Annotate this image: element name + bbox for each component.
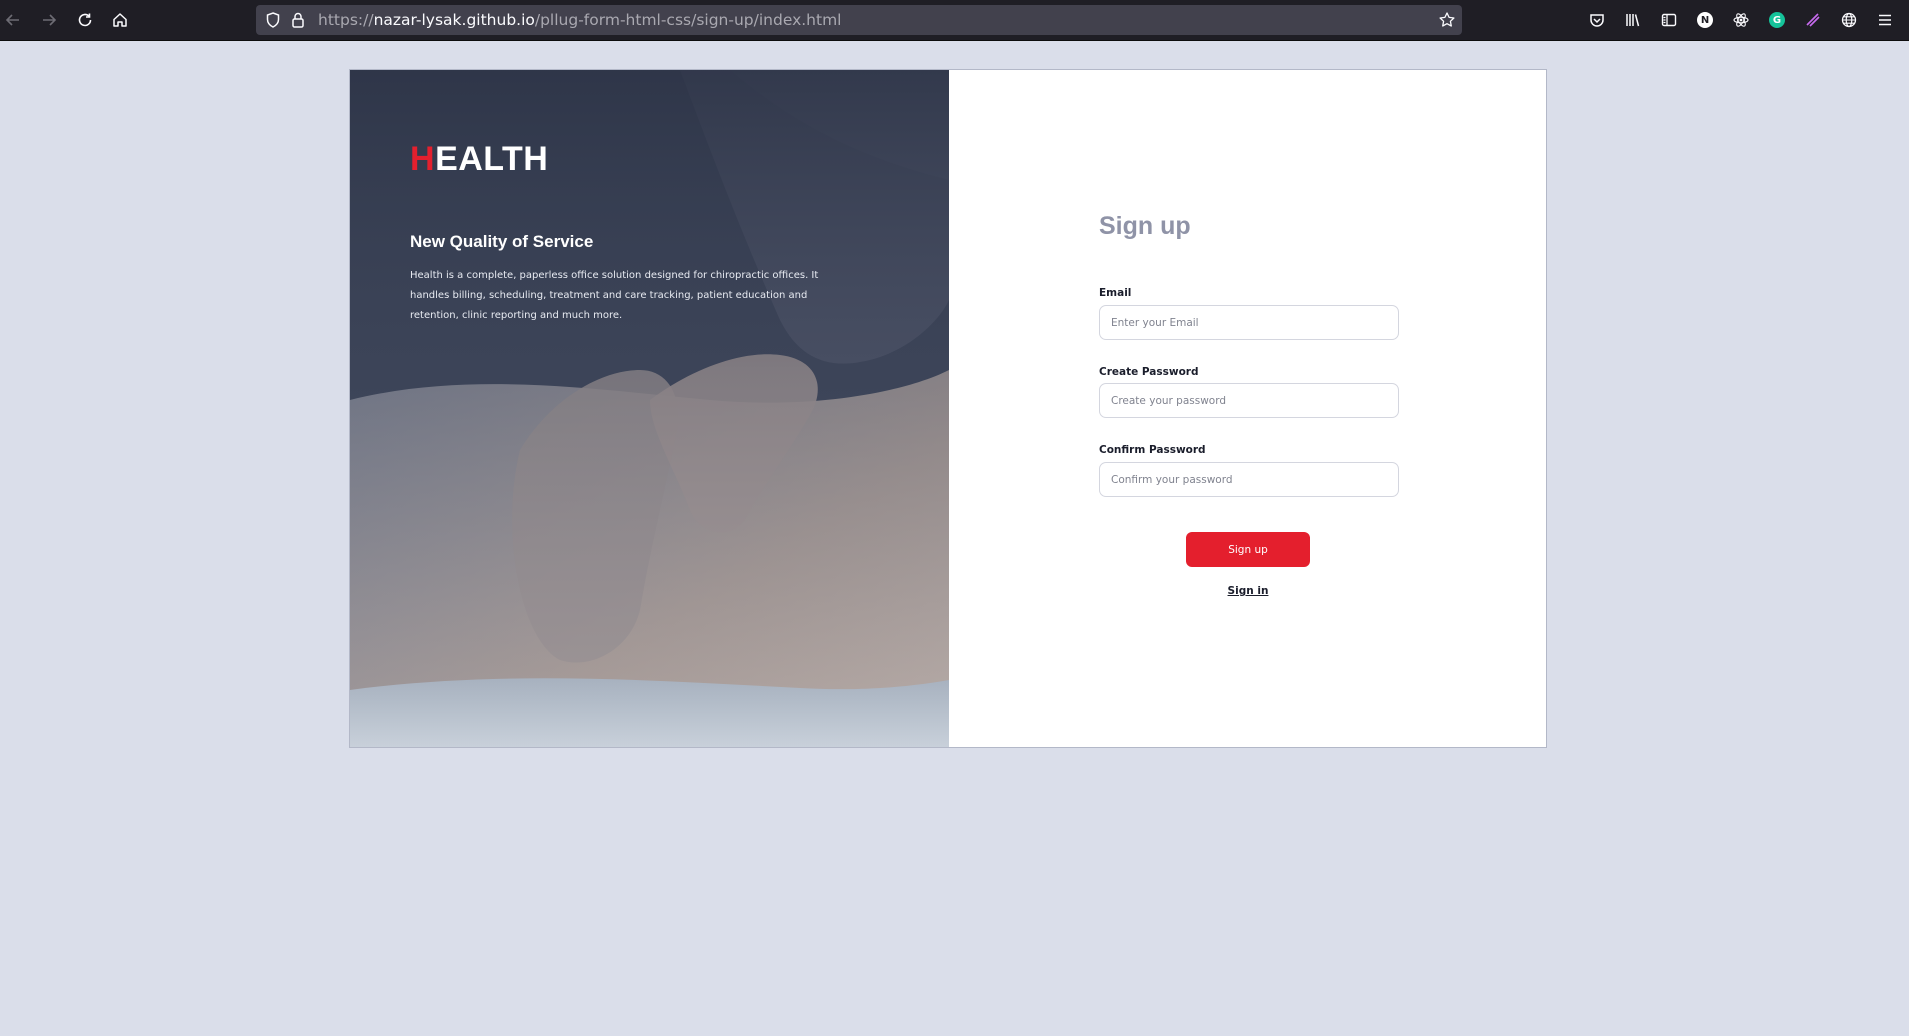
url-scheme: https://: [318, 11, 374, 29]
tracking-shield-icon[interactable]: [264, 11, 282, 29]
url-path: /pllug-form-html-css/sign-up/index.html: [534, 11, 842, 29]
pocket-button[interactable]: [1588, 11, 1606, 29]
extension-n-letter: N: [1700, 14, 1710, 26]
address-bar[interactable]: https://nazar-lysak.github.io/pllug-form…: [256, 5, 1462, 35]
form-title: Sign up: [1099, 212, 1191, 240]
confirm-password-input[interactable]: [1099, 462, 1399, 497]
browser-toolbar: https://nazar-lysak.github.io/pllug-form…: [0, 0, 1909, 41]
forward-button[interactable]: [36, 7, 62, 33]
signup-form: Sign up Email Create Password Confirm Pa…: [949, 70, 1546, 747]
create-password-input[interactable]: [1099, 383, 1399, 418]
create-password-label: Create Password: [1099, 366, 1199, 378]
bookmark-star-icon[interactable]: [1438, 11, 1456, 29]
react-atom-icon: [1733, 13, 1749, 27]
hamburger-menu-icon: [1879, 14, 1891, 26]
url-text[interactable]: https://nazar-lysak.github.io/pllug-form…: [318, 11, 842, 29]
hero-title: New Quality of Service: [410, 232, 594, 251]
pen-icon: [1806, 13, 1820, 27]
email-label: Email: [1099, 287, 1132, 299]
pen-extension-button[interactable]: [1804, 11, 1822, 29]
back-arrow-icon: [5, 14, 19, 26]
grammarly-icon: G: [1769, 12, 1785, 28]
extension-n-icon: N: [1697, 12, 1713, 28]
sidebar-button[interactable]: [1660, 11, 1678, 29]
brand-logo-first-letter: H: [410, 140, 436, 178]
sidebar-icon: [1661, 13, 1677, 27]
hero-description: Health is a complete, paperless office s…: [410, 270, 819, 321]
hero-panel: HEALTH New Quality of Service Health is …: [350, 70, 949, 747]
brand-logo-rest: EALTH: [435, 140, 549, 178]
home-icon: [113, 13, 127, 27]
signup-card: HEALTH New Quality of Service Health is …: [349, 69, 1547, 748]
forward-arrow-icon: [43, 14, 57, 26]
globe-icon: [1841, 12, 1857, 28]
pocket-icon: [1590, 14, 1604, 27]
sign-in-link[interactable]: Sign in: [1212, 585, 1284, 597]
library-icon: [1626, 14, 1640, 27]
back-button[interactable]: [0, 7, 26, 33]
extension-g-letter: G: [1772, 14, 1782, 26]
library-button[interactable]: [1624, 11, 1642, 29]
url-host: nazar-lysak.github.io: [373, 11, 535, 29]
home-button[interactable]: [107, 7, 133, 33]
lock-icon[interactable]: [290, 11, 306, 29]
reload-icon: [78, 13, 92, 27]
email-input[interactable]: [1099, 305, 1399, 340]
react-devtools-button[interactable]: [1732, 11, 1750, 29]
confirm-password-label: Confirm Password: [1099, 444, 1206, 456]
reload-button[interactable]: [72, 7, 98, 33]
brand-logo: HEALTH: [410, 140, 548, 179]
grammarly-button[interactable]: G: [1768, 11, 1786, 29]
language-button[interactable]: [1840, 11, 1858, 29]
app-menu-button[interactable]: [1876, 11, 1894, 29]
sign-up-button[interactable]: Sign up: [1186, 532, 1310, 567]
extension-n-button[interactable]: N: [1696, 11, 1714, 29]
